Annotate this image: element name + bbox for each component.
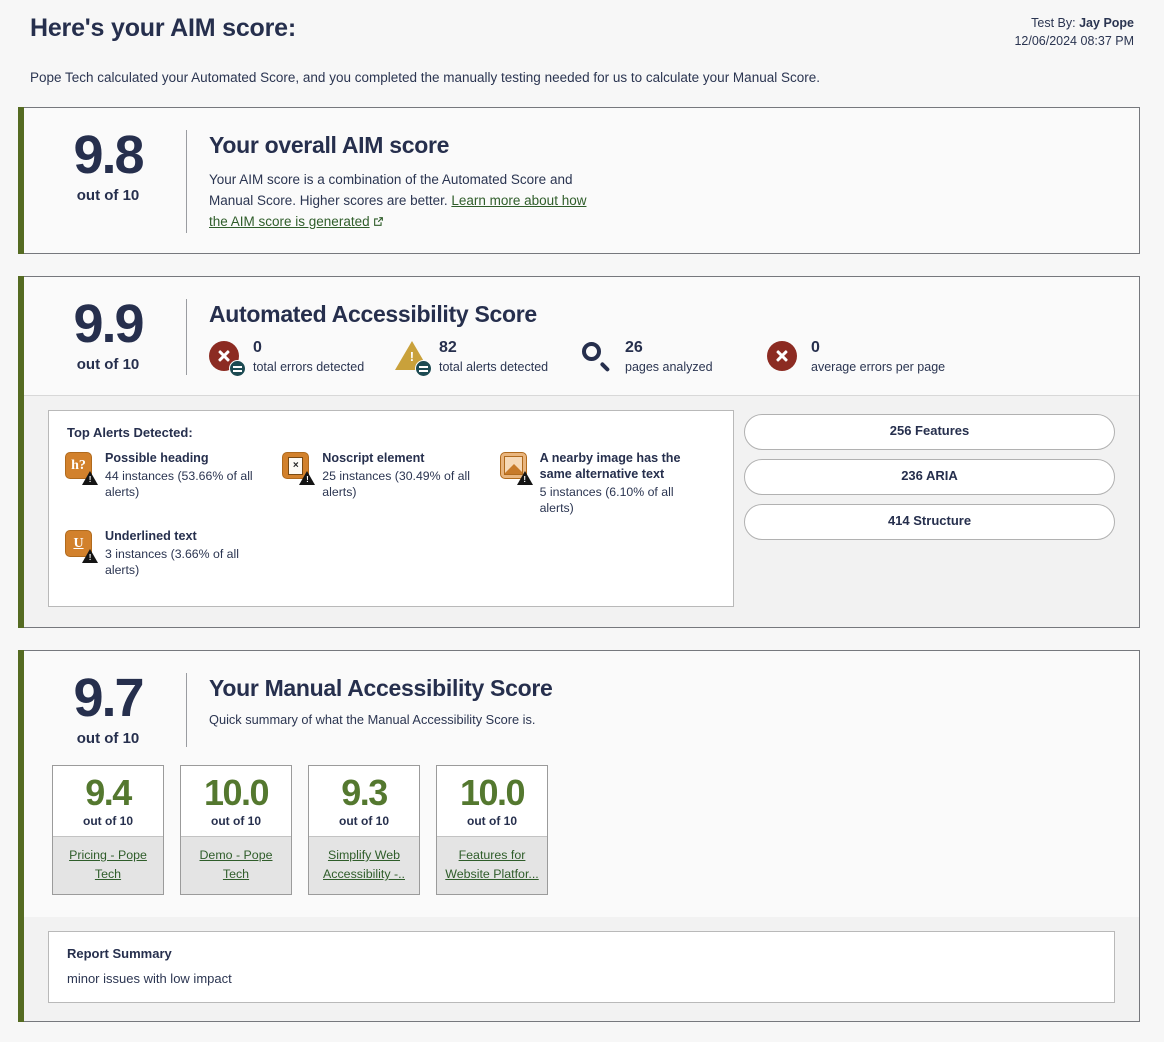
tester-name: Jay Pope: [1079, 16, 1134, 30]
intro-text: Pope Tech calculated your Automated Scor…: [30, 70, 820, 85]
category-pill-list: 256 Features 236 ARIA 414 Structure: [744, 410, 1115, 540]
stat-total-errors: 0 total errors detected: [209, 338, 395, 377]
warning-triangle-icon: !: [82, 549, 98, 563]
test-by-label: Test By:: [1031, 16, 1076, 30]
page-header: Here's your AIM score: Test By: Jay Pope…: [24, 0, 1140, 70]
manual-card-score: 9.3: [341, 772, 388, 813]
average-badge-icon: [229, 360, 246, 377]
warning-triangle-icon: !: [516, 471, 533, 485]
stat-value: 26: [625, 339, 643, 356]
top-alerts-title: Top Alerts Detected:: [67, 425, 193, 440]
manual-card-page-link[interactable]: Features for Website Platfor...: [445, 848, 538, 881]
manual-score-description: Quick summary of what the Manual Accessi…: [209, 712, 536, 727]
report-summary-title: Report Summary: [67, 946, 172, 961]
alert-item-nearby-image-same-alt: ! A nearby image has the same alternativ…: [499, 450, 717, 516]
manual-card-score: 10.0: [459, 772, 526, 813]
manual-page-score-cards: 9.4 out of 10 Pricing - Pope Tech 10.0 o…: [24, 757, 1139, 895]
manual-score-heading: Your Manual Accessibility Score: [209, 675, 553, 701]
stat-value: 82: [439, 339, 457, 356]
stat-label: total errors detected: [253, 360, 365, 374]
manual-score-block: 9.7 out of 10: [48, 668, 187, 747]
manual-card-score: 10.0: [203, 772, 270, 813]
stat-label: pages analyzed: [625, 360, 713, 374]
alert-item-noscript-element: × ! Noscript element 25 instances (30.49…: [282, 450, 499, 516]
manual-accessibility-score-panel: 9.7 out of 10 Your Manual Accessibility …: [18, 650, 1140, 1022]
alert-count: 25 instances (30.49% of all alerts): [322, 469, 470, 499]
stat-value: 0: [811, 339, 820, 356]
manual-page-card: 10.0 out of 10 Demo - Pope Tech: [180, 765, 292, 895]
pill-aria[interactable]: 236 ARIA: [744, 459, 1115, 495]
manual-card-outof: out of 10: [211, 814, 261, 828]
magnifier-icon: [581, 341, 615, 375]
stat-total-alerts: ! 82 total alerts detected: [395, 338, 581, 377]
overall-score-block: 9.8 out of 10: [48, 125, 187, 233]
aim-score-report-page: Here's your AIM score: Test By: Jay Pope…: [0, 0, 1164, 1042]
manual-page-card: 10.0 out of 10 Features for Website Plat…: [436, 765, 548, 895]
pill-features[interactable]: 256 Features: [744, 414, 1115, 450]
alert-item-possible-heading: h? ! Possible heading 44 instances (53.6…: [65, 450, 282, 516]
heading-question-icon: h? !: [65, 452, 98, 485]
average-badge-icon: [415, 360, 432, 377]
stat-value: 0: [253, 339, 262, 356]
stat-pages-analyzed: 26 pages analyzed: [581, 338, 767, 375]
underline-icon: U !: [65, 530, 98, 563]
manual-page-card: 9.3 out of 10 Simplify Web Accessibility…: [308, 765, 420, 895]
top-alerts-card: Top Alerts Detected: h? ! Possible headi…: [48, 410, 734, 607]
manual-card-page-link[interactable]: Pricing - Pope Tech: [69, 848, 147, 881]
alert-name: Noscript element: [322, 451, 425, 465]
report-summary-card: Report Summary minor issues with low imp…: [48, 931, 1115, 1003]
alert-name: Possible heading: [105, 451, 209, 465]
top-alerts-strip: Top Alerts Detected: h? ! Possible headi…: [24, 395, 1139, 627]
automated-score-heading: Automated Accessibility Score: [209, 301, 537, 327]
alert-name: Underlined text: [105, 529, 197, 543]
external-link-icon: [373, 212, 384, 233]
manual-card-score: 9.4: [85, 772, 132, 813]
manual-score-value: 9.7: [73, 668, 144, 728]
manual-card-outof: out of 10: [339, 814, 389, 828]
noscript-document-icon: × !: [282, 452, 316, 485]
warning-triangle-icon: !: [82, 471, 98, 485]
manual-page-card: 9.4 out of 10 Pricing - Pope Tech: [52, 765, 164, 895]
stat-label: total alerts detected: [439, 360, 549, 374]
stat-average-errors-per-page: 0 average errors per page: [767, 338, 953, 375]
test-by-line: Test By: Jay Pope: [1014, 14, 1134, 32]
automated-stats-row: 0 total errors detected ! 82 total alert…: [209, 338, 1115, 377]
automated-score-outof: out of 10: [76, 356, 140, 373]
automated-score-block: 9.9 out of 10: [48, 294, 187, 375]
manual-card-outof: out of 10: [83, 814, 133, 828]
overall-aim-score-panel: 9.8 out of 10 Your overall AIM score You…: [18, 107, 1140, 254]
stat-label: average errors per page: [811, 360, 946, 374]
overall-score-description: Your AIM score is a combination of the A…: [209, 169, 604, 233]
test-timestamp: 12/06/2024 08:37 PM: [1014, 34, 1134, 48]
manual-card-page-link[interactable]: Demo - Pope Tech: [199, 848, 272, 881]
alert-count: 3 instances (3.66% of all alerts): [105, 547, 239, 577]
alert-item-underlined-text: U ! Underlined text 3 instances (3.66% o…: [65, 528, 282, 578]
automated-score-value: 9.9: [73, 294, 144, 354]
report-summary-strip: Report Summary minor issues with low imp…: [24, 917, 1139, 1021]
overall-score-heading: Your overall AIM score: [209, 132, 450, 158]
manual-card-outof: out of 10: [467, 814, 517, 828]
alert-name: A nearby image has the same alternative …: [539, 451, 681, 481]
alert-count: 44 instances (53.66% of all alerts): [105, 469, 253, 499]
alert-triangle-icon: !: [395, 341, 432, 377]
error-circle-icon: [767, 341, 801, 375]
page-title: Here's your AIM score:: [30, 14, 296, 42]
manual-score-outof: out of 10: [76, 730, 140, 747]
manual-card-page-link[interactable]: Simplify Web Accessibility -..: [323, 848, 405, 881]
report-summary-text: minor issues with low impact: [67, 971, 232, 986]
pill-structure[interactable]: 414 Structure: [744, 504, 1115, 540]
overall-score-value: 9.8: [73, 125, 144, 185]
alert-count: 5 instances (6.10% of all alerts): [539, 485, 674, 515]
image-alt-icon: !: [499, 452, 533, 485]
warning-triangle-icon: !: [299, 471, 316, 485]
test-meta: Test By: Jay Pope 12/06/2024 08:37 PM: [1014, 14, 1134, 50]
automated-accessibility-score-panel: 9.9 out of 10 Automated Accessibility Sc…: [18, 276, 1140, 628]
overall-score-outof: out of 10: [76, 187, 140, 204]
error-circle-icon: [209, 341, 246, 377]
